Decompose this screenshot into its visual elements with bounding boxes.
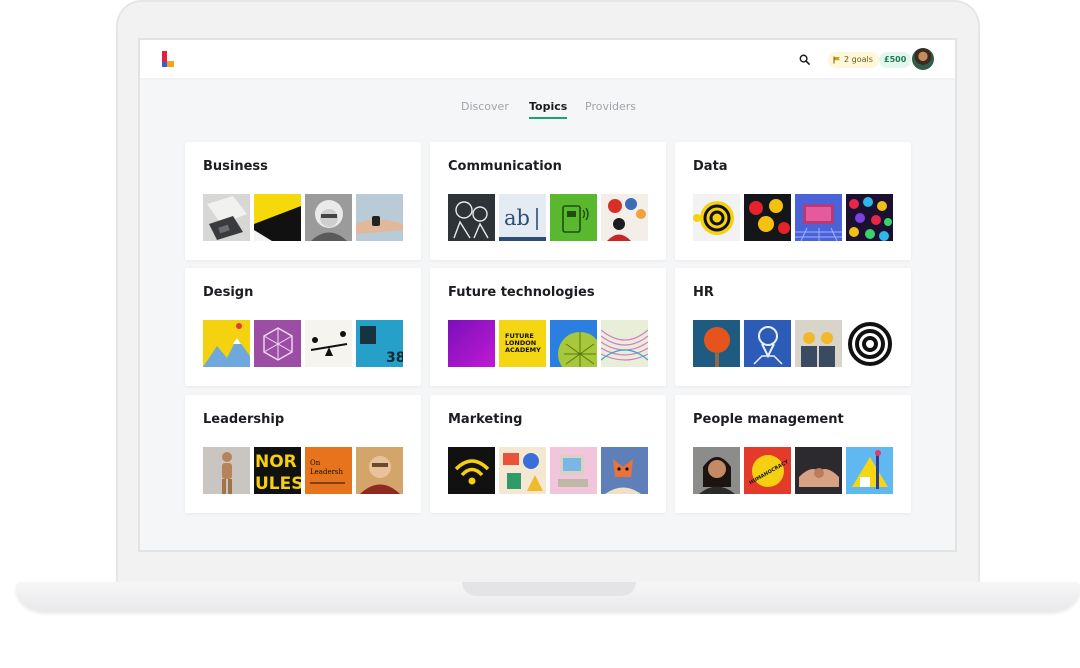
thumb-collage-shapes [499,447,546,494]
thumb-spiral-yellow [693,194,740,241]
topic-thumbnails: 38 [203,320,403,367]
topic-thumbnails [203,194,403,241]
budget-badge[interactable]: £500 [879,52,912,68]
topic-thumbnails: HUMANOCRACY [693,447,893,494]
goals-badge[interactable]: 2 goals [828,52,879,68]
thumb-lightbulbs [744,194,791,241]
thumb-laptop-desk [203,194,250,241]
thumb-radio-device [550,194,597,241]
thumb-yellow-black [254,194,301,241]
thumb-climbing-illustration [846,447,893,494]
topic-title: Communication [448,159,562,174]
thumb-red-ball [693,320,740,367]
topic-card-hr[interactable]: HR [675,268,911,386]
thumb-purple-gradient [448,320,495,367]
svg-text:38: 38 [386,350,403,366]
topic-card-design[interactable]: Design 38 [185,268,421,386]
topic-thumbnails: FUTURE LONDON ACADEMY [448,320,648,367]
thumb-ab-text: ab [499,194,546,241]
topic-card-data[interactable]: Data [675,142,911,260]
topic-thumbnails [693,320,893,367]
topic-card-business[interactable]: Business [185,142,421,260]
avatar[interactable] [912,48,934,70]
thumb-swirl-pattern [846,320,893,367]
thumb-portrait-woman-smiling [693,447,740,494]
topic-title: Marketing [448,412,523,427]
thumb-hands-together [795,447,842,494]
thumb-portrait-monk [356,447,403,494]
goals-label: 2 goals [844,55,873,64]
thumb-monitor-grid [795,194,842,241]
thumb-cube-outline [254,320,301,367]
thumb-blue-poster: 38 [356,320,403,367]
svg-text:ab: ab [504,206,530,230]
thumb-sketch-people [448,194,495,241]
topic-card-marketing[interactable]: Marketing [430,395,666,513]
topic-title: Business [203,159,268,174]
thumb-on-leadership-book: On Leadersh [305,447,352,494]
topic-title: Future technologies [448,285,595,300]
top-navigation-bar: 2 goals £500 [140,40,955,78]
topic-card-communication[interactable]: Communication ab [430,142,666,260]
thumb-wifi-signal [448,447,495,494]
thumb-mountains [203,320,250,367]
tab-topics[interactable]: Topics [529,100,568,119]
topic-title: HR [693,285,714,300]
topic-title: Data [693,159,728,174]
tab-providers[interactable]: Providers [585,100,636,113]
thumb-dome-structure [550,320,597,367]
tab-discover[interactable]: Discover [461,100,509,113]
topic-card-future-technologies[interactable]: Future technologies FUTURE LONDON ACADEMY [430,268,666,386]
topic-title: Design [203,285,254,300]
thumb-seesaw [305,320,352,367]
topic-thumbnails: NOR ULES On Leadersh [203,447,403,494]
flag-icon [833,56,840,64]
topic-title: Leadership [203,412,285,427]
topic-thumbnails [693,194,893,241]
svg-text:ULES: ULES [255,474,301,494]
learnerbly-logo[interactable] [162,51,174,67]
topic-thumbnails [448,447,648,494]
thumb-wooden-mannequin [203,447,250,494]
thumb-humanocracy-book: HUMANOCRACY [744,447,791,494]
thumb-fox-illustration [601,447,648,494]
thumb-future-academy: FUTURE LONDON ACADEMY [499,320,546,367]
thumb-location-pin [744,320,791,367]
laptop-notch [462,582,636,596]
svg-text:ACADEMY: ACADEMY [505,346,541,354]
search-icon[interactable] [799,54,810,65]
svg-text:On: On [310,459,321,467]
thumb-bokeh-lights [846,194,893,241]
svg-text:Leadersh: Leadersh [310,468,344,476]
thumb-smartwatch [356,194,403,241]
thumb-wave-lines [601,320,648,367]
topic-card-people-management[interactable]: People management HUMANOCRACY [675,395,911,513]
svg-text:NOR: NOR [255,452,297,472]
thumb-illustration-figures [601,194,648,241]
topic-title: People management [693,412,844,427]
thumb-retro-computer [550,447,597,494]
thumb-no-rules-poster: NOR ULES [254,447,301,494]
topic-thumbnails: ab [448,194,648,241]
thumb-portrait-woman [305,194,352,241]
thumb-group-people [795,320,842,367]
app-screen: 2 goals £500 Discover Topics Providers B… [138,38,957,552]
topic-card-leadership[interactable]: Leadership NOR ULES On Leadersh [185,395,421,513]
